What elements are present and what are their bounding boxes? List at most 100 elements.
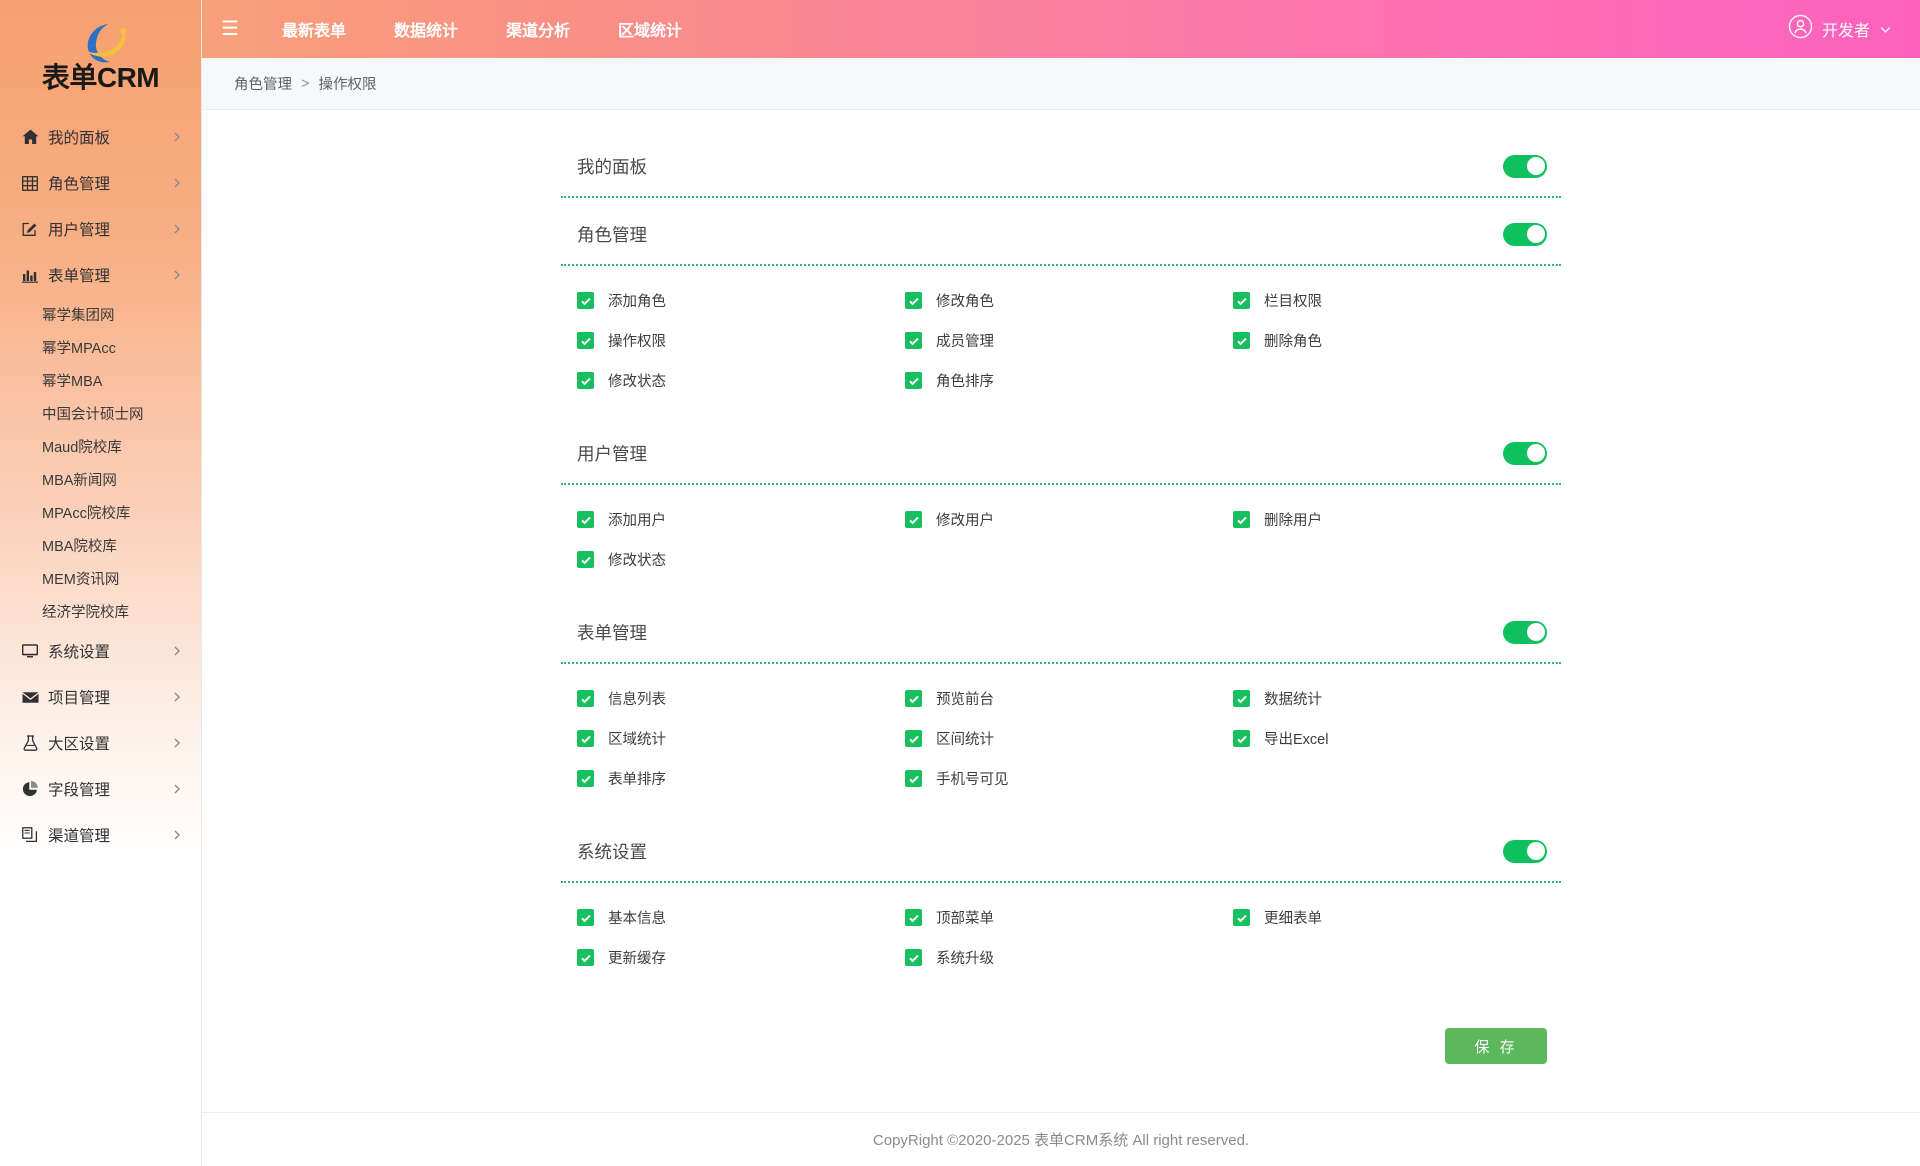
checkbox-checked-icon[interactable] [577, 730, 594, 747]
checkbox-checked-icon[interactable] [1233, 909, 1250, 926]
permission-item[interactable]: 角色排序 [905, 370, 1233, 391]
breadcrumb-separator: > [301, 75, 310, 92]
permission-item-label: 成员管理 [936, 334, 994, 350]
chevron-down-icon [1880, 26, 1891, 33]
top-nav-item-region-stats[interactable]: 区域统计 [594, 0, 706, 58]
permission-item[interactable]: 顶部菜单 [905, 907, 1233, 928]
permission-group-toggle[interactable] [1503, 154, 1547, 178]
permission-item[interactable]: 添加用户 [577, 509, 905, 530]
checkbox-checked-icon[interactable] [577, 511, 594, 528]
permission-group-header: 用户管理 [561, 423, 1561, 485]
checkbox-checked-icon[interactable] [577, 332, 594, 349]
checkbox-checked-icon[interactable] [905, 730, 922, 747]
permission-item[interactable]: 预览前台 [905, 688, 1233, 709]
permission-group-title: 我的面板 [577, 156, 647, 177]
checkbox-checked-icon[interactable] [577, 372, 594, 389]
sidebar-item-field-management[interactable]: 字段管理 [0, 766, 201, 812]
permission-item[interactable]: 成员管理 [905, 330, 1233, 351]
checkbox-checked-icon[interactable] [905, 511, 922, 528]
permission-item[interactable]: 删除角色 [1233, 330, 1561, 351]
sidebar-subitem-mba-school-db[interactable]: MBA院校库 [0, 529, 201, 562]
permission-item-label: 更新缓存 [608, 951, 666, 967]
permission-group-toggle[interactable] [1503, 441, 1547, 465]
checkbox-checked-icon[interactable] [577, 551, 594, 568]
sidebar-subitem-economics-school-db[interactable]: 经济学院校库 [0, 595, 201, 628]
sidebar-subitem-china-accounting-master[interactable]: 中国会计硕士网 [0, 397, 201, 430]
permission-item[interactable]: 修改状态 [577, 549, 905, 570]
permission-item[interactable]: 数据统计 [1233, 688, 1561, 709]
permission-item[interactable]: 手机号可见 [905, 768, 1233, 789]
sidebar-item-form-management[interactable]: 表单管理 [0, 252, 201, 298]
permission-item[interactable]: 栏目权限 [1233, 290, 1561, 311]
permission-item-label: 删除角色 [1264, 334, 1322, 350]
sidebar-item-region-settings[interactable]: 大区设置 [0, 720, 201, 766]
brand-logo[interactable]: 表单CRM [0, 0, 201, 108]
permission-item-label: 修改状态 [608, 374, 666, 390]
checkbox-checked-icon[interactable] [1233, 292, 1250, 309]
sidebar-subitem-mixue-mba[interactable]: 幂学MBA [0, 364, 201, 397]
checkbox-checked-icon[interactable] [905, 690, 922, 707]
grid-table-icon [20, 174, 40, 192]
checkbox-checked-icon[interactable] [905, 292, 922, 309]
permission-group-toggle[interactable] [1503, 620, 1547, 644]
permission-item[interactable]: 修改用户 [905, 509, 1233, 530]
permission-item[interactable]: 修改状态 [577, 370, 905, 391]
checkbox-checked-icon[interactable] [1233, 511, 1250, 528]
checkbox-checked-icon[interactable] [905, 372, 922, 389]
checkbox-checked-icon[interactable] [905, 909, 922, 926]
permission-item[interactable]: 删除用户 [1233, 509, 1561, 530]
permission-item[interactable]: 信息列表 [577, 688, 905, 709]
top-nav-item-data-stats[interactable]: 数据统计 [370, 0, 482, 58]
top-nav-item-channel-analysis[interactable]: 渠道分析 [482, 0, 594, 58]
top-nav-item-latest-forms[interactable]: 最新表单 [258, 0, 370, 58]
hamburger-icon[interactable]: ☰ [202, 0, 258, 58]
permission-item-label: 基本信息 [608, 911, 666, 927]
permission-item[interactable]: 导出Excel [1233, 728, 1561, 749]
permission-item[interactable]: 更新缓存 [577, 947, 905, 968]
sidebar-item-channel-management[interactable]: 渠道管理 [0, 812, 201, 858]
sidebar-subitem-mem-news[interactable]: MEM资讯网 [0, 562, 201, 595]
toggle-knob [1526, 842, 1545, 860]
permission-item-label: 信息列表 [608, 692, 666, 708]
sidebar-item-user-management[interactable]: 用户管理 [0, 206, 201, 252]
checkbox-checked-icon[interactable] [905, 332, 922, 349]
sidebar-subitem-mixue-mpacc[interactable]: 幂学MPAcc [0, 331, 201, 364]
permission-item[interactable]: 区间统计 [905, 728, 1233, 749]
checkbox-checked-icon[interactable] [577, 292, 594, 309]
permission-item[interactable]: 修改角色 [905, 290, 1233, 311]
sidebar-subitem-mixue-group[interactable]: 幂学集团网 [0, 298, 201, 331]
permission-item[interactable]: 表单排序 [577, 768, 905, 789]
user-menu[interactable]: 开发者 [1784, 0, 1896, 58]
sidebar-item-system-settings[interactable]: 系统设置 [0, 628, 201, 674]
permission-item[interactable]: 系统升级 [905, 947, 1233, 968]
permission-item[interactable]: 操作权限 [577, 330, 905, 351]
permission-item-label: 预览前台 [936, 692, 994, 708]
chevron-right-icon [174, 178, 180, 188]
sidebar-subitem-mpacc-school-db[interactable]: MPAcc院校库 [0, 496, 201, 529]
save-button[interactable]: 保 存 [1445, 1028, 1547, 1064]
checkbox-checked-icon[interactable] [577, 909, 594, 926]
chevron-right-icon [174, 830, 180, 840]
permission-item[interactable]: 基本信息 [577, 907, 905, 928]
sidebar-subitem-mba-news[interactable]: MBA新闻网 [0, 463, 201, 496]
sidebar-item-project-management[interactable]: 项目管理 [0, 674, 201, 720]
checkbox-checked-icon[interactable] [1233, 730, 1250, 747]
checkbox-checked-icon[interactable] [577, 949, 594, 966]
chevron-right-icon [174, 224, 180, 234]
breadcrumb-parent[interactable]: 角色管理 [234, 73, 292, 94]
permission-item[interactable]: 添加角色 [577, 290, 905, 311]
checkbox-checked-icon[interactable] [577, 770, 594, 787]
checkbox-checked-icon[interactable] [1233, 332, 1250, 349]
checkbox-checked-icon[interactable] [1233, 690, 1250, 707]
checkbox-checked-icon[interactable] [577, 690, 594, 707]
permission-group-toggle[interactable] [1503, 839, 1547, 863]
sidebar-item-role-management[interactable]: 角色管理 [0, 160, 201, 206]
permission-item[interactable]: 区域统计 [577, 728, 905, 749]
checkbox-checked-icon[interactable] [905, 770, 922, 787]
permission-item[interactable]: 更细表单 [1233, 907, 1561, 928]
checkbox-checked-icon[interactable] [905, 949, 922, 966]
sidebar-subitem-label: MPAcc院校库 [42, 506, 131, 522]
sidebar-item-my-panel[interactable]: 我的面板 [0, 114, 201, 160]
sidebar-subitem-maud-school-db[interactable]: Maud院校库 [0, 430, 201, 463]
permission-group-toggle[interactable] [1503, 222, 1547, 246]
